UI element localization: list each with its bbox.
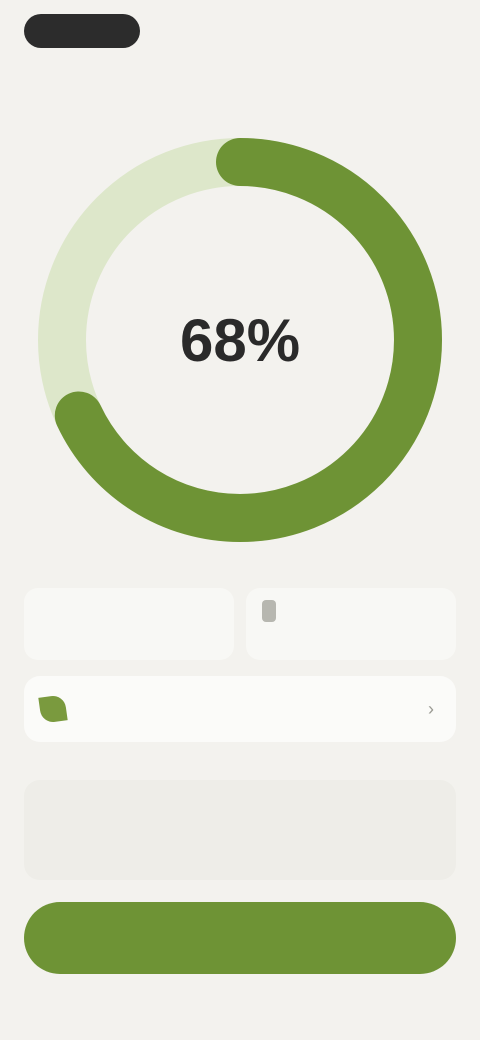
progress-value: 68% — [179, 306, 301, 374]
stat-card-right — [246, 588, 456, 660]
progress-ring: 68% — [30, 130, 450, 550]
primary-action-button[interactable] — [24, 902, 456, 974]
chevron-right-icon: › — [428, 698, 434, 719]
tab-active[interactable] — [178, 76, 198, 84]
bottle-icon — [262, 600, 276, 622]
tab-secondary[interactable] — [372, 76, 392, 84]
leaf-icon — [38, 694, 68, 724]
header — [0, 0, 480, 130]
header-pill-button[interactable] — [24, 14, 140, 48]
app-screen: 68% › — [0, 0, 480, 1040]
stats-row — [24, 588, 456, 660]
tab-bar — [0, 70, 480, 106]
note-field[interactable] — [24, 780, 456, 880]
stat-card-left — [24, 588, 234, 660]
item-selector[interactable]: › — [24, 676, 456, 742]
